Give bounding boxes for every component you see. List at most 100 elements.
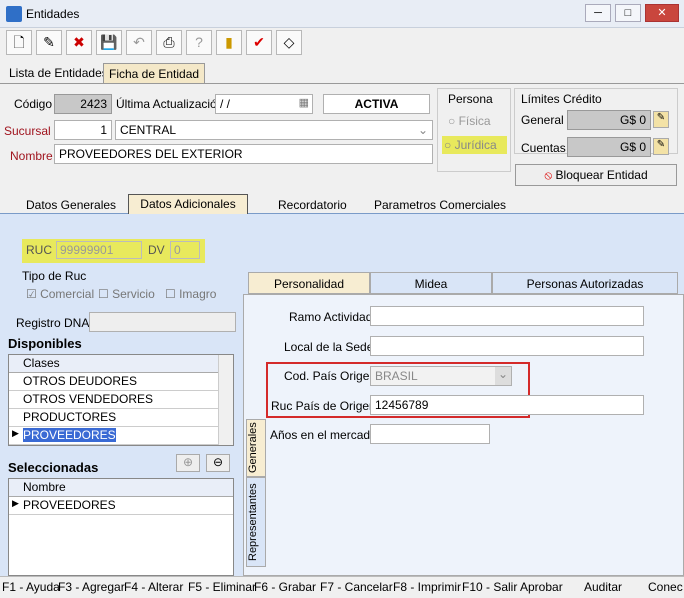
status-auditar[interactable]: Auditar xyxy=(584,580,622,594)
sucursal-number-field[interactable]: 1 xyxy=(54,120,112,140)
list-item[interactable]: OTROS DEUDORES xyxy=(9,373,233,391)
ruc-label: RUC xyxy=(26,243,52,257)
status-f8[interactable]: F8 - Imprimir xyxy=(393,580,461,594)
status-f5[interactable]: F5 - Eliminar xyxy=(188,580,256,594)
codigo-field[interactable]: 2423 xyxy=(54,94,112,114)
ruc-pais-label: Ruc País de Origen xyxy=(271,399,376,413)
help-button[interactable]: ? xyxy=(186,30,212,55)
general-label: General xyxy=(521,113,564,127)
cod-pais-value: BRASIL xyxy=(375,369,418,383)
section-tabs: Datos Generales Datos Adicionales Record… xyxy=(0,192,684,214)
add-clase-button[interactable]: ⊕ xyxy=(176,454,200,472)
vtab-generales[interactable]: Generales xyxy=(246,419,266,477)
tab-recordatorio[interactable]: Recordatorio xyxy=(274,196,351,214)
tipo-ruc-label: Tipo de Ruc xyxy=(22,269,87,283)
clases-header: Clases xyxy=(9,355,233,373)
status-f1[interactable]: F1 - Ayuda xyxy=(2,580,60,594)
dv-field[interactable]: 0 xyxy=(170,241,200,259)
bloquear-entidad-button[interactable]: ⦸ Bloquear Entidad xyxy=(515,164,677,186)
checkbox-icon: ☐ xyxy=(165,287,180,301)
ultima-actualizacion-field[interactable]: / / ▦ xyxy=(215,94,313,114)
list-item-selected[interactable]: ▶ PROVEEDORES xyxy=(9,427,233,445)
tab-personas-autorizadas[interactable]: Personas Autorizadas xyxy=(492,272,678,294)
minimize-button[interactable]: ─ xyxy=(585,4,611,22)
general-credit-field: G$ 0 xyxy=(567,110,651,130)
chevron-down-icon: ⌄ xyxy=(417,123,428,137)
status-bar: F1 - Ayuda F3 - Agregar F4 - Alterar F5 … xyxy=(0,576,684,598)
radio-fisica[interactable]: ○ Física xyxy=(448,114,491,128)
confirm-button[interactable]: ✔ xyxy=(246,30,272,55)
exit-button[interactable]: ▮ xyxy=(216,30,242,55)
registro-dna-field[interactable] xyxy=(89,312,236,332)
status-f7[interactable]: F7 - Cancelar xyxy=(320,580,393,594)
calendar-icon[interactable]: ▦ xyxy=(299,96,309,109)
new-button[interactable]: 🗋 xyxy=(6,30,32,55)
list-item[interactable]: OTROS VENDEDORES xyxy=(9,391,233,409)
nombre-label: Nombre xyxy=(10,149,53,163)
checkbox-imagro[interactable]: ☐ Imagro xyxy=(165,287,216,301)
checkbox-comercial[interactable]: ☑ Comercial xyxy=(26,287,94,301)
status-conec[interactable]: Conec xyxy=(648,580,683,594)
tab-datos-adicionales[interactable]: Datos Adicionales xyxy=(128,194,248,214)
block-icon: ⦸ xyxy=(544,168,553,182)
print-button[interactable]: ⎙ xyxy=(156,30,182,55)
sucursal-select-value: CENTRAL xyxy=(120,123,177,137)
radio-juridica[interactable]: ○ Jurídica xyxy=(442,136,507,154)
save-button[interactable]: 💾 xyxy=(96,30,122,55)
local-sede-label: Local de la Sede xyxy=(284,340,374,354)
status-f3[interactable]: F3 - Agregar xyxy=(58,580,125,594)
status-badge: ACTIVA xyxy=(323,94,430,114)
undo-button[interactable]: ↶ xyxy=(126,30,152,55)
edit-pencil-icon[interactable]: ✎ xyxy=(653,111,669,128)
nombre-field[interactable]: PROVEEDORES DEL EXTERIOR xyxy=(54,144,433,164)
limites-credito-group: Límites Crédito General G$ 0 ✎ Cuentas G… xyxy=(514,88,678,157)
tab-parametros-comerciales[interactable]: Parametros Comerciales xyxy=(370,196,510,214)
cod-pais-label: Cod. País Origen xyxy=(284,369,377,383)
ramo-actividad-field[interactable] xyxy=(370,306,644,326)
maximize-button[interactable]: □ xyxy=(615,4,641,22)
window-title: Entidades xyxy=(26,7,80,21)
vtab-representantes[interactable]: Representantes xyxy=(246,477,266,567)
persona-label: Persona xyxy=(448,92,493,106)
local-sede-field[interactable] xyxy=(370,336,644,356)
list-item[interactable]: PRODUCTORES xyxy=(9,409,233,427)
remove-clase-button[interactable]: ⊖ xyxy=(206,454,230,472)
tab-personalidad[interactable]: Personalidad xyxy=(248,272,370,294)
edit-button[interactable]: ✎ xyxy=(36,30,62,55)
close-button[interactable]: ✕ xyxy=(645,4,679,22)
cod-pais-select[interactable]: BRASIL ⌄ xyxy=(370,366,512,386)
persona-group: Persona ○ Física ○ Jurídica xyxy=(437,88,511,172)
disponibles-grid: Clases OTROS DEUDORES OTROS VENDEDORES P… xyxy=(8,354,234,446)
ruc-field[interactable]: 99999901 xyxy=(56,241,142,259)
edit-pencil-icon[interactable]: ✎ xyxy=(653,138,669,155)
cuentas-label: Cuentas xyxy=(521,141,566,155)
status-f6[interactable]: F6 - Grabar xyxy=(254,580,316,594)
datos-adicionales-panel: RUC 99999901 DV 0 Tipo de Ruc ☑ Comercia… xyxy=(0,214,684,576)
codigo-label: Código xyxy=(14,97,53,111)
title-bar: Entidades ─ □ ✕ xyxy=(0,0,684,28)
clear-button[interactable]: ◇ xyxy=(276,30,302,55)
status-f10[interactable]: F10 - Salir xyxy=(462,580,517,594)
disponibles-label: Disponibles xyxy=(8,336,82,351)
toolbar: 🗋 ✎ ✖ 💾 ↶ ⎙ ? ▮ ✔ ◇ xyxy=(0,28,684,58)
sucursal-label: Sucursal xyxy=(4,124,51,138)
ruc-pais-field[interactable]: 12456789 xyxy=(370,395,644,415)
tab-datos-generales[interactable]: Datos Generales xyxy=(22,196,120,214)
anos-mercado-field[interactable] xyxy=(370,424,490,444)
scrollbar[interactable] xyxy=(218,355,233,445)
sucursal-select[interactable]: CENTRAL ⌄ xyxy=(115,120,433,140)
cuentas-credit-field: G$ 0 xyxy=(567,137,651,157)
entity-header: Código 2423 Última Actualización / / ▦ A… xyxy=(0,84,684,192)
status-aprobar[interactable]: Aprobar xyxy=(520,580,563,594)
ruc-highlight: RUC 99999901 DV 0 xyxy=(22,239,205,263)
list-item[interactable]: ▶ PROVEEDORES xyxy=(9,497,233,515)
tab-midea[interactable]: Midea xyxy=(370,272,492,294)
dv-label: DV xyxy=(148,243,165,257)
ramo-actividad-label: Ramo Actividad xyxy=(289,310,373,324)
checkbox-servicio[interactable]: ☐ Servicio xyxy=(98,287,155,301)
delete-button[interactable]: ✖ xyxy=(66,30,92,55)
tab-ficha-entidad[interactable]: Ficha de Entidad xyxy=(103,63,206,83)
tab-lista-entidades[interactable]: Lista de Entidades xyxy=(4,63,113,83)
status-f4[interactable]: F4 - Alterar xyxy=(124,580,183,594)
checkbox-checked-icon: ☑ xyxy=(26,287,41,301)
